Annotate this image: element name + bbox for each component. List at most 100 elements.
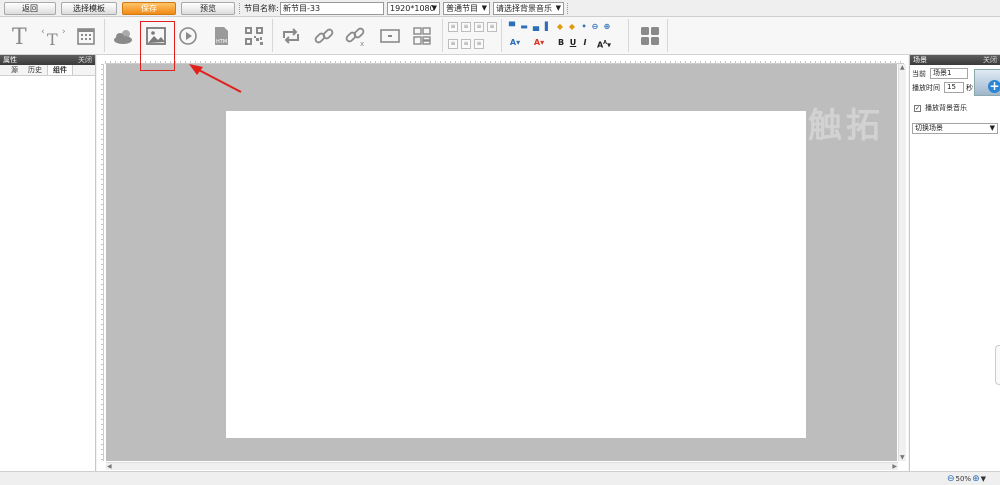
align-justify-button[interactable]: ≡: [487, 22, 497, 32]
screen-icon[interactable]: [379, 25, 401, 47]
align-bottom-icon[interactable]: ▄: [531, 22, 541, 32]
svg-text:x: x: [360, 40, 364, 47]
qrcode-icon[interactable]: [243, 25, 265, 47]
video-icon[interactable]: [177, 25, 199, 47]
underline-button[interactable]: U: [568, 38, 578, 48]
italic-button[interactable]: I: [580, 38, 590, 48]
zoom-out-icon[interactable]: ⊖: [947, 474, 955, 484]
scroll-right-icon[interactable]: ▶: [892, 463, 897, 470]
scene-close-button[interactable]: 关闭: [983, 55, 997, 65]
scene-header: 场景 关闭: [910, 55, 1000, 65]
annotation-highlight-box: [140, 21, 175, 71]
distribute-h-icon[interactable]: ◆: [555, 22, 565, 32]
zoom-level: 50%: [955, 475, 972, 483]
program-name-label: 节目名称:: [244, 4, 279, 13]
divider: [667, 19, 668, 52]
scene-canvas[interactable]: [226, 111, 806, 438]
divider: [442, 19, 443, 52]
zoom-dropdown-icon[interactable]: ▼: [981, 474, 986, 484]
save-button[interactable]: 保存: [122, 2, 176, 15]
scroll-up-icon[interactable]: ▲: [900, 64, 905, 71]
caret-down-icon: ▼: [431, 4, 437, 12]
small-dot-icon[interactable]: •: [579, 22, 589, 32]
resolution-select[interactable]: 1920*1080 ▼: [387, 2, 440, 15]
add-scene-button[interactable]: +: [974, 69, 1000, 96]
current-scene-input[interactable]: 场景1: [930, 68, 968, 79]
zoom-control: ⊖ 50% ⊕ ▼: [947, 474, 986, 484]
duration-input[interactable]: 15: [944, 82, 964, 93]
font-color-picker-icon[interactable]: A▾: [507, 38, 523, 48]
scroll-left-icon[interactable]: ◀: [107, 463, 112, 470]
tab-components[interactable]: 组件: [47, 65, 73, 75]
divider: [628, 19, 629, 52]
unlink-icon[interactable]: x: [345, 25, 367, 47]
duration-label: 播放时间: [912, 84, 940, 92]
properties-close-button[interactable]: 关闭: [78, 55, 92, 65]
scene-title: 场景: [913, 56, 927, 64]
back-button[interactable]: 返回: [4, 2, 56, 15]
tab-source[interactable]: 源: [6, 65, 23, 75]
divider: [501, 19, 502, 52]
zoom-in-icon[interactable]: ⊕: [602, 22, 612, 32]
svg-text:›: ›: [62, 27, 66, 37]
properties-panel: 属性 关闭 源 历史 组件: [0, 55, 96, 471]
align-top-center-button[interactable]: ≡: [461, 22, 471, 32]
scroll-down-icon[interactable]: ▼: [900, 454, 905, 461]
status-bar: ⊖ 50% ⊕ ▼: [0, 471, 1000, 485]
layout-icon[interactable]: [411, 25, 433, 47]
switch-scene-value: 切换场景: [915, 124, 943, 132]
caret-down-icon: ▼: [555, 4, 561, 12]
bg-music-checkbox[interactable]: ✓: [914, 105, 921, 112]
canvas-area: 触拓 ▲ ▼ ◀ ▶: [97, 55, 908, 471]
font-size-picker-icon[interactable]: AA▾: [594, 38, 614, 50]
resolution-value: 1920*1080: [390, 4, 435, 13]
zoom-out-icon[interactable]: ⊖: [590, 22, 600, 32]
annotation-arrow: [189, 64, 242, 93]
scene-panel: 场景 关闭 当前 场景1 播放时间 15 秒 + ✓ 播放背景音乐 切换场景 ▼: [909, 55, 1000, 471]
program-type-value: 普通节目: [446, 4, 478, 13]
select-template-button[interactable]: 选择模板: [61, 2, 117, 15]
html-icon[interactable]: HTM: [210, 25, 232, 47]
distribute-v-icon[interactable]: ◆: [567, 22, 577, 32]
side-drawer-handle[interactable]: [995, 345, 1000, 385]
divider: [567, 3, 568, 14]
align-middle-icon[interactable]: ▬: [519, 22, 529, 32]
scroll-text-icon[interactable]: ‹ › T: [40, 25, 68, 47]
bold-button[interactable]: B: [556, 38, 566, 48]
bg-music-select[interactable]: 请选择背景音乐 ▼: [493, 2, 564, 15]
switch-scene-select[interactable]: 切换场景 ▼: [912, 123, 998, 134]
align-top-right-button[interactable]: ≡: [474, 22, 484, 32]
current-scene-label: 当前: [912, 70, 926, 78]
align-bottom-right-button[interactable]: ≡: [474, 39, 484, 49]
vertical-scrollbar[interactable]: ▲ ▼: [898, 64, 906, 461]
program-name-input[interactable]: 新节目-33: [280, 2, 384, 15]
zoom-in-icon[interactable]: ⊕: [972, 474, 980, 484]
link-icon[interactable]: [313, 25, 335, 47]
text-color-picker-icon[interactable]: A▾: [531, 38, 547, 48]
calendar-icon[interactable]: [75, 25, 97, 47]
align-left-icon[interactable]: ▌: [543, 22, 553, 32]
align-bottom-left-button[interactable]: ≡: [448, 39, 458, 49]
divider: [272, 19, 273, 52]
preview-button[interactable]: 预览: [181, 2, 235, 15]
caret-down-icon: ▼: [481, 4, 487, 12]
weather-icon[interactable]: [112, 25, 134, 47]
svg-text:T: T: [47, 30, 58, 47]
bg-music-value: 请选择背景音乐: [496, 4, 552, 13]
properties-tabs: 源 历史 组件: [0, 65, 95, 76]
bg-music-label: 播放背景音乐: [925, 104, 967, 112]
properties-header: 属性 关闭: [0, 55, 95, 65]
grid-icon[interactable]: [639, 25, 661, 47]
watermark: 触拓: [808, 106, 884, 146]
horizontal-scrollbar[interactable]: ◀ ▶: [106, 462, 898, 470]
program-type-select[interactable]: 普通节目 ▼: [443, 2, 490, 15]
plus-icon: +: [988, 79, 1000, 93]
align-top-left-button[interactable]: ≡: [448, 22, 458, 32]
align-bottom-center-button[interactable]: ≡: [461, 39, 471, 49]
caret-down-icon: ▼: [989, 124, 995, 132]
text-icon[interactable]: T: [9, 25, 31, 47]
tab-history[interactable]: 历史: [23, 65, 47, 75]
loop-icon[interactable]: [280, 25, 302, 47]
align-top-icon[interactable]: ▀: [507, 22, 517, 32]
svg-text:T: T: [12, 25, 27, 47]
